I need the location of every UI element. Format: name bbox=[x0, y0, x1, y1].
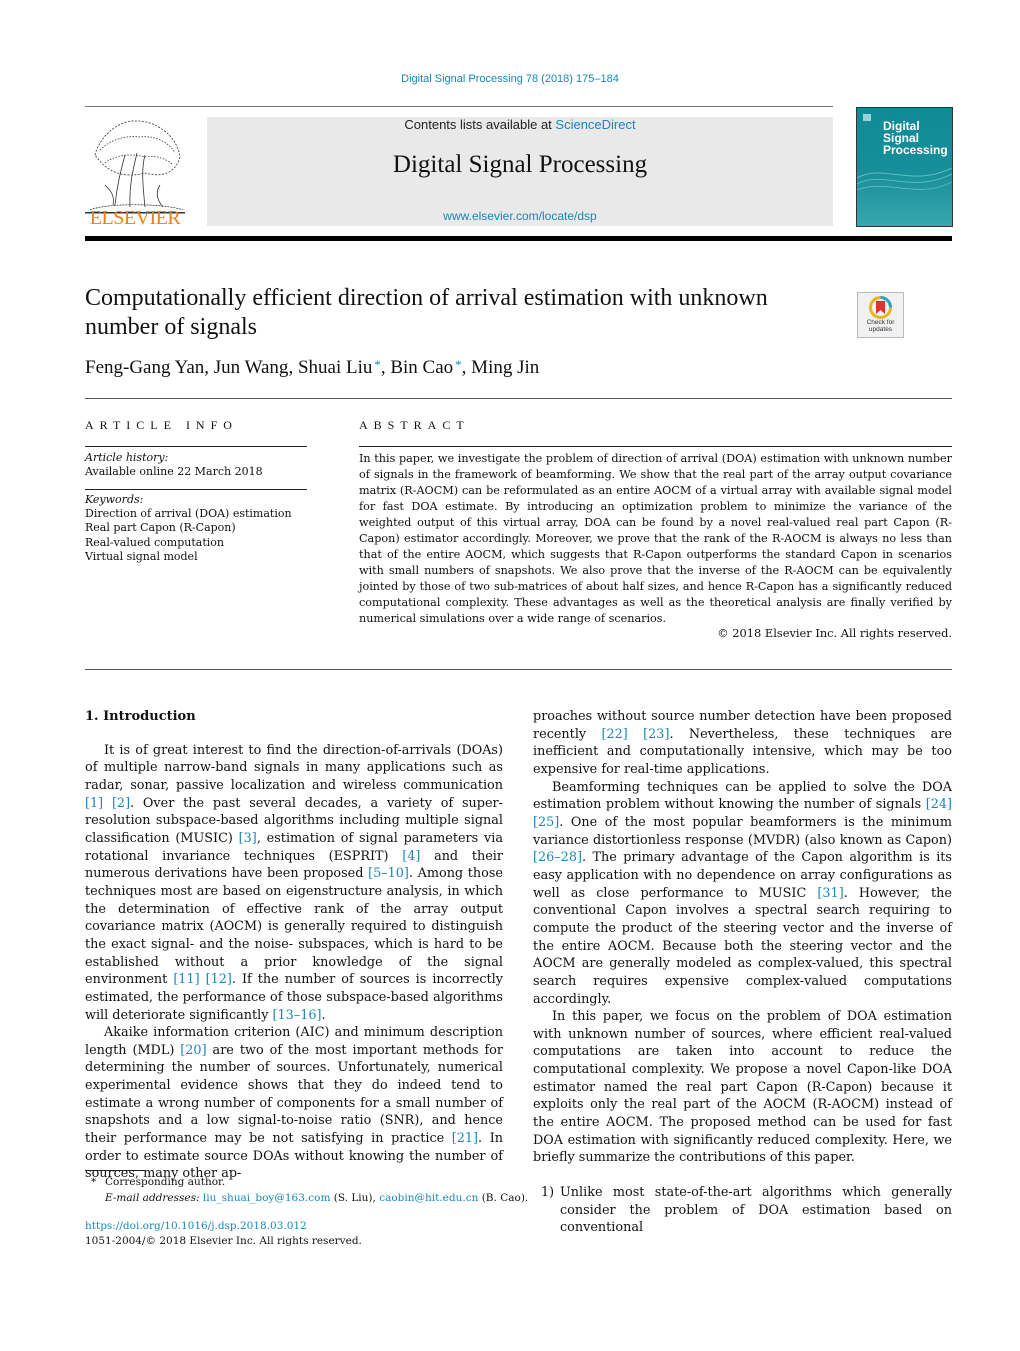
body-paragraph: Akaike information criterion (AIC) and m… bbox=[85, 1025, 503, 1182]
doi-link[interactable]: https://doi.org/10.1016/j.dsp.2018.03.01… bbox=[85, 1220, 307, 1232]
citation-link[interactable]: [23] bbox=[643, 727, 669, 742]
body-paragraph: Beamforming techniques can be applied to… bbox=[533, 779, 952, 1007]
citation-link[interactable]: [3] bbox=[239, 831, 257, 846]
cover-title: Digital Signal Processing bbox=[883, 120, 948, 156]
author-list: Feng-Gang Yan, Jun Wang, Shuai Liu *, Bin… bbox=[85, 357, 539, 379]
keyword-item: Real part Capon (R-Capon) bbox=[85, 521, 236, 535]
keywords-rule bbox=[85, 489, 307, 490]
sciencedirect-link[interactable]: ScienceDirect bbox=[555, 117, 635, 132]
abstract-rule bbox=[359, 446, 952, 447]
keywords-block: Keywords: Direction of arrival (DOA) est… bbox=[85, 493, 292, 564]
citation-link[interactable]: [12] bbox=[206, 972, 232, 987]
citation-link[interactable]: [31] bbox=[817, 886, 843, 901]
footnote-block: * Corresponding author. E-mail addresses:… bbox=[85, 1175, 528, 1206]
authors-divider bbox=[85, 398, 952, 399]
list-item-text: Unlike most state-of-the-art algorithms … bbox=[560, 1185, 952, 1236]
corresponding-label: Corresponding author. bbox=[105, 1176, 226, 1188]
author-name[interactable]: Ming Jin bbox=[471, 357, 539, 378]
email-line: E-mail addresses: liu_shuai_boy@163.com … bbox=[85, 1191, 528, 1207]
corresponding-footnote: * Corresponding author. bbox=[85, 1175, 528, 1191]
citation-link[interactable]: [24] bbox=[926, 797, 952, 812]
author-name[interactable]: Shuai Liu bbox=[298, 357, 372, 378]
header-divider bbox=[85, 106, 833, 107]
section-heading-introduction: 1. Introduction bbox=[85, 709, 196, 724]
footnote-rule bbox=[85, 1170, 145, 1171]
body-divider bbox=[85, 669, 952, 670]
body-column-right: proaches without source number detection… bbox=[533, 708, 952, 1237]
body-paragraph-continued: proaches without source number detection… bbox=[533, 709, 952, 777]
abstract-copyright: © 2018 Elsevier Inc. All rights reserved… bbox=[717, 626, 952, 640]
article-title: Computationally efficient direction of a… bbox=[85, 285, 768, 340]
journal-citation-link[interactable]: Digital Signal Processing 78 (2018) 175–… bbox=[401, 73, 619, 85]
keywords-label: Keywords: bbox=[85, 493, 144, 506]
contribution-list-item: 1) Unlike most state-of-the-art algorithm… bbox=[533, 1184, 952, 1237]
keyword-item: Virtual signal model bbox=[85, 549, 198, 563]
author-separator: , bbox=[380, 357, 391, 378]
issn-copyright: 1051-2004/© 2018 Elsevier Inc. All right… bbox=[85, 1234, 362, 1247]
crossmark-label-line: Check for bbox=[866, 319, 895, 326]
body-column-left: 1. Introduction It is of great interest … bbox=[85, 708, 503, 1183]
check-for-updates-button[interactable]: Check for updates bbox=[857, 292, 904, 338]
list-item-number: 1) bbox=[541, 1185, 555, 1201]
article-history-label: Article history: bbox=[85, 451, 169, 464]
keyword-item: Real-valued computation bbox=[85, 535, 224, 549]
elsevier-wordmark: ELSEVIER bbox=[89, 207, 181, 229]
crossmark-icon bbox=[869, 296, 892, 319]
email-owner: (B. Cao). bbox=[478, 1191, 529, 1204]
email-link-cao[interactable]: caobin@hit.edu.cn bbox=[379, 1192, 478, 1204]
keyword-item: Direction of arrival (DOA) estimation bbox=[85, 507, 292, 521]
crossmark-label: Check for updates bbox=[858, 319, 903, 333]
article-history-value: Available online 22 March 2018 bbox=[85, 465, 263, 479]
body-paragraph: It is of great interest to find the dire… bbox=[85, 742, 503, 1023]
article-info-rule bbox=[85, 446, 307, 447]
cover-title-line: Processing bbox=[883, 143, 948, 157]
email-link-liu[interactable]: liu_shuai_boy@163.com bbox=[203, 1192, 331, 1204]
running-head[interactable]: Digital Signal Processing 78 (2018) 175–… bbox=[0, 73, 1020, 85]
author-separator: , bbox=[461, 357, 472, 378]
citation-link[interactable]: [20] bbox=[180, 1043, 206, 1058]
journal-masthead: Contents lists available at ScienceDirec… bbox=[207, 117, 833, 226]
journal-name: Digital Signal Processing bbox=[392, 151, 648, 178]
contents-line: Contents lists available at ScienceDirec… bbox=[207, 117, 833, 132]
citation-link[interactable]: [25] bbox=[533, 815, 559, 830]
citation-link[interactable]: [26–28] bbox=[533, 850, 582, 865]
elsevier-logo[interactable]: ELSEVIER bbox=[85, 115, 185, 229]
author-name[interactable]: Feng-Gang Yan bbox=[85, 357, 204, 378]
citation-link[interactable]: [21] bbox=[452, 1131, 478, 1146]
citation-link[interactable]: [11] bbox=[173, 972, 199, 987]
abstract-heading: ABSTRACT bbox=[359, 418, 470, 432]
citation-link[interactable]: [2] bbox=[112, 796, 130, 811]
journal-cover-thumbnail[interactable]: Digital Signal Processing bbox=[856, 107, 953, 227]
article-info-heading: ARTICLE INFO bbox=[85, 418, 238, 432]
article-history: Article history: Available online 22 Mar… bbox=[85, 451, 263, 479]
abstract-text: In this paper, we investigate the proble… bbox=[359, 452, 952, 625]
citation-link[interactable]: [4] bbox=[402, 849, 420, 864]
body-paragraph: In this paper, we focus on the problem o… bbox=[533, 1009, 952, 1166]
author-name[interactable]: Bin Cao bbox=[390, 357, 453, 378]
citation-link[interactable]: [22] bbox=[602, 727, 628, 742]
masthead-rule bbox=[85, 236, 952, 241]
author-separator: , bbox=[288, 357, 298, 378]
journal-homepage-link[interactable]: www.elsevier.com/locate/dsp bbox=[207, 209, 833, 223]
email-owner: (S. Liu), bbox=[330, 1191, 380, 1204]
citation-link[interactable]: [1] bbox=[85, 796, 103, 811]
citation-link[interactable]: [5–10] bbox=[368, 866, 409, 881]
email-label: E-mail addresses: bbox=[105, 1191, 203, 1204]
author-separator: , bbox=[204, 357, 214, 378]
author-name[interactable]: Jun Wang bbox=[214, 357, 289, 378]
citation-link[interactable]: [13–16] bbox=[273, 1008, 322, 1023]
doi-block: https://doi.org/10.1016/j.dsp.2018.03.01… bbox=[85, 1219, 362, 1248]
corresponding-author-link[interactable]: * bbox=[453, 357, 462, 372]
footnote-star: * bbox=[91, 1176, 97, 1188]
crossmark-label-line: updates bbox=[868, 326, 893, 333]
contents-prefix: Contents lists available at bbox=[404, 117, 556, 132]
corresponding-author-link[interactable]: * bbox=[372, 357, 381, 372]
